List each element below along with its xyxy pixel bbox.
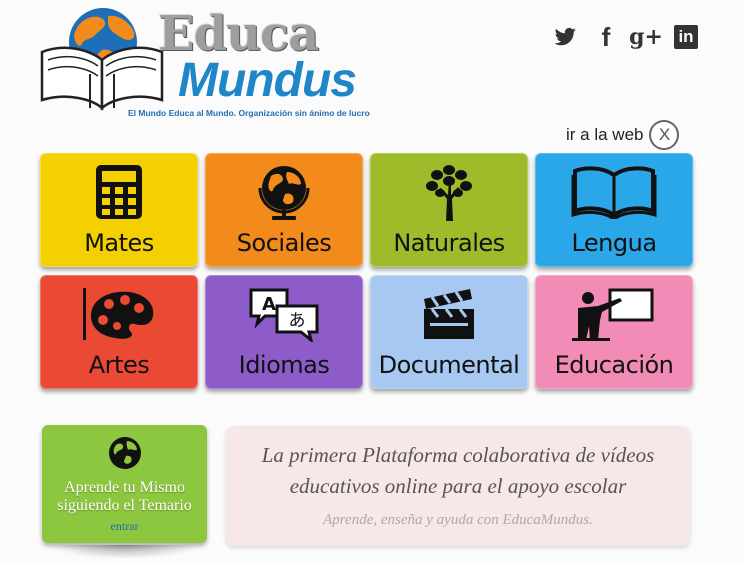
tile-label: Idiomas [238, 351, 330, 379]
promo-banner: La primera Plataforma colaborativa de ví… [226, 426, 690, 546]
learn-card-title-line2: siguiendo el Temario [57, 497, 192, 514]
tile-label: Lengua [571, 229, 657, 257]
logo-word-educa: Educa [158, 6, 319, 62]
promo-headline: La primera Plataforma colaborativa de ví… [226, 440, 690, 502]
teacher-icon [572, 283, 656, 345]
logo-tagline: El Mundo Educa al Mundo. Organización si… [128, 108, 370, 118]
globe-icon [108, 436, 142, 475]
subject-grid: Mates Sociales Naturales Lengua Artes A … [40, 153, 694, 389]
svg-text:A: A [262, 294, 276, 315]
tile-label: Mates [84, 229, 154, 257]
promo-headline-line2: educativos online para el apoyo escolar [289, 474, 627, 498]
google-plus-icon[interactable]: g+ [629, 25, 663, 49]
tile-label: Sociales [236, 229, 332, 257]
social-links: f g+ in [554, 22, 698, 52]
tile-lengua[interactable]: Lengua [535, 153, 693, 267]
google-plus-glyph: g+ [629, 24, 663, 50]
globe-icon [257, 161, 311, 223]
promo-subline: Aprende, enseña y ayuda con EducaMundus. [323, 512, 593, 528]
tree-icon [424, 161, 474, 223]
tile-documental[interactable]: Documental [370, 275, 528, 389]
linkedin-glyph: in [678, 27, 694, 46]
facebook-icon[interactable]: f [594, 22, 618, 52]
open-book-icon [571, 161, 657, 223]
promo-headline-line1: La primera Plataforma colaborativa de ví… [261, 443, 655, 467]
close-icon[interactable]: X [649, 120, 680, 150]
globe-book-icon [40, 8, 164, 111]
tile-educacion[interactable]: Educación [535, 275, 693, 389]
card-shadow [50, 545, 200, 559]
tile-label: Naturales [393, 229, 505, 257]
go-to-web-label: ir a la web [566, 125, 644, 144]
learn-card-title: Aprende tu Mismo siguiendo el Temario [57, 479, 192, 515]
tile-mates[interactable]: Mates [40, 153, 198, 267]
educamundus-logo[interactable]: Educa Mundus El Mundo Educa al Mundo. Or… [38, 4, 398, 122]
enter-link[interactable]: entrar [111, 519, 139, 534]
tile-label: Artes [88, 351, 150, 379]
facebook-glyph: f [601, 22, 611, 52]
tile-label: Educación [554, 351, 674, 379]
self-learning-card[interactable]: Aprende tu Mismo siguiendo el Temario en… [42, 425, 207, 543]
go-to-web-link[interactable]: ir a la web X [566, 120, 680, 150]
tile-artes[interactable]: Artes [40, 275, 198, 389]
palette-icon [81, 283, 157, 345]
translate-icon: A あ [247, 283, 321, 345]
learn-card-title-line1: Aprende tu Mismo [64, 479, 185, 496]
tile-sociales[interactable]: Sociales [205, 153, 363, 267]
clapperboard-icon [420, 283, 478, 345]
tile-idiomas[interactable]: A あ Idiomas [205, 275, 363, 389]
logo-word-mundus: Mundus [178, 54, 357, 107]
calculator-icon [92, 161, 146, 223]
tile-naturales[interactable]: Naturales [370, 153, 528, 267]
tile-label: Documental [378, 351, 520, 379]
twitter-icon[interactable] [554, 25, 578, 49]
linkedin-icon[interactable]: in [674, 25, 698, 49]
svg-text:あ: あ [289, 311, 306, 331]
